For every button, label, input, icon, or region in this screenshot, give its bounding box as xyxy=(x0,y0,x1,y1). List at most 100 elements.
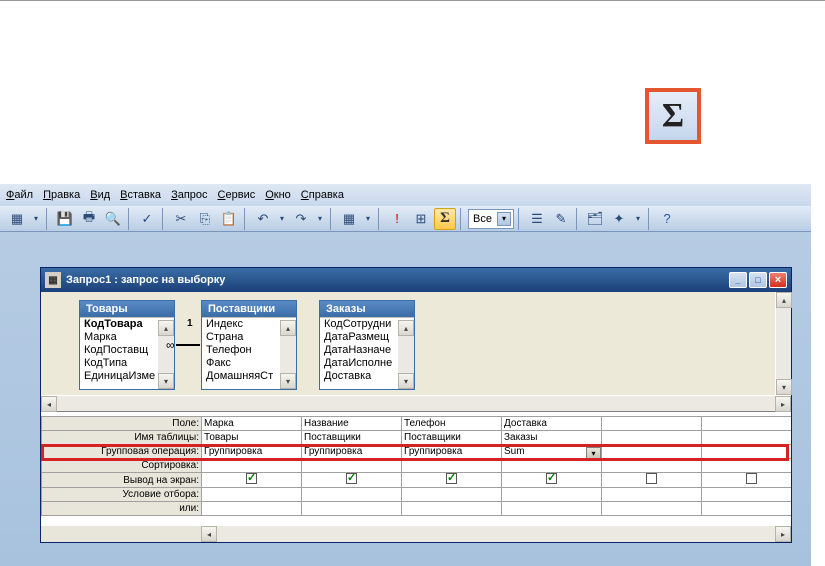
close-button[interactable]: × xyxy=(769,272,787,288)
sort-cell[interactable] xyxy=(302,459,402,473)
field-cell[interactable]: Марка xyxy=(202,417,302,431)
minimize-button[interactable]: _ xyxy=(729,272,747,288)
view-button[interactable]: ▦ xyxy=(6,208,28,230)
print-preview-button[interactable]: 🔍 xyxy=(102,208,124,230)
help-button[interactable]: ? xyxy=(656,208,678,230)
chevron-down-icon[interactable]: ▾ xyxy=(497,212,511,226)
scroll-right-icon[interactable]: ▸ xyxy=(775,396,791,412)
total-cell[interactable]: Группировка xyxy=(202,445,302,459)
or-cell[interactable] xyxy=(302,502,402,516)
paste-button[interactable]: 📋 xyxy=(218,208,240,230)
show-table-button[interactable]: ⊞ xyxy=(410,208,432,230)
database-window-button[interactable]: 🗂 xyxy=(584,208,606,230)
scroll-down-icon[interactable]: ▾ xyxy=(158,373,174,389)
window-titlebar[interactable]: ▦ Запрос1 : запрос на выборку _ □ × xyxy=(41,268,791,292)
field-cell[interactable]: Доставка xyxy=(502,417,602,431)
maximize-button[interactable]: □ xyxy=(749,272,767,288)
table-scrollbar[interactable]: ▴ ▾ xyxy=(280,320,296,389)
checkbox-icon[interactable] xyxy=(246,473,257,484)
new-object-dropdown-icon[interactable]: ▾ xyxy=(632,208,644,230)
criteria-cell[interactable] xyxy=(502,488,602,502)
sort-cell[interactable] xyxy=(502,459,602,473)
table-cell[interactable]: Поставщики xyxy=(302,431,402,445)
run-button[interactable]: ! xyxy=(386,208,408,230)
print-button[interactable]: 🖶 xyxy=(78,208,100,230)
field-cell[interactable] xyxy=(602,417,702,431)
copy-button[interactable]: ⎘ xyxy=(194,208,216,230)
table-cell[interactable]: Заказы xyxy=(502,431,602,445)
field-cell[interactable]: Название xyxy=(302,417,402,431)
total-cell[interactable]: Группировка xyxy=(402,445,502,459)
scroll-left-icon[interactable]: ◂ xyxy=(41,396,57,412)
checkbox-icon[interactable] xyxy=(646,473,657,484)
scroll-up-icon[interactable]: ▴ xyxy=(280,320,296,336)
menu-insert[interactable]: Вставка xyxy=(120,189,161,201)
show-cell[interactable] xyxy=(602,473,702,488)
scroll-up-icon[interactable]: ▴ xyxy=(398,320,414,336)
undo-dropdown-icon[interactable]: ▾ xyxy=(276,208,288,230)
checkbox-icon[interactable] xyxy=(346,473,357,484)
properties-button[interactable]: ☰ xyxy=(526,208,548,230)
query-type-dropdown-icon[interactable]: ▾ xyxy=(362,208,374,230)
table-cell[interactable]: Товары xyxy=(202,431,302,445)
criteria-cell[interactable] xyxy=(402,488,502,502)
criteria-cell[interactable] xyxy=(702,488,792,502)
menu-file[interactable]: Файл xyxy=(6,189,33,201)
totals-button[interactable]: Σ xyxy=(434,208,456,230)
or-cell[interactable] xyxy=(702,502,792,516)
sort-cell[interactable] xyxy=(602,459,702,473)
save-button[interactable]: 💾 xyxy=(54,208,76,230)
show-cell[interactable] xyxy=(502,473,602,488)
table-box-tovary[interactable]: Товары КодТовара Марка КодПоставщ КодТип… xyxy=(79,300,175,390)
table-box-postavshchiki[interactable]: Поставщики Индекс Страна Телефон Факс До… xyxy=(201,300,297,390)
total-cell[interactable]: Группировка xyxy=(302,445,402,459)
scroll-left-icon[interactable]: ◂ xyxy=(201,526,217,542)
scroll-down-icon[interactable]: ▾ xyxy=(776,379,792,395)
field-cell[interactable]: Телефон xyxy=(402,417,502,431)
scroll-down-icon[interactable]: ▾ xyxy=(398,373,414,389)
total-dropdown-button[interactable]: ▾ xyxy=(586,447,601,460)
scroll-right-icon[interactable]: ▸ xyxy=(775,526,791,542)
show-cell[interactable] xyxy=(402,473,502,488)
diagram-horizontal-scrollbar[interactable]: ◂ ▸ xyxy=(41,395,791,411)
menu-view[interactable]: Вид xyxy=(90,189,110,201)
new-object-button[interactable]: ✦ xyxy=(608,208,630,230)
top-values-combo[interactable]: Все ▾ xyxy=(468,209,514,229)
query-type-button[interactable]: ▦ xyxy=(338,208,360,230)
sort-cell[interactable] xyxy=(702,459,792,473)
or-cell[interactable] xyxy=(402,502,502,516)
show-cell[interactable] xyxy=(202,473,302,488)
checkbox-icon[interactable] xyxy=(546,473,557,484)
relationship-line[interactable] xyxy=(176,344,200,346)
or-cell[interactable] xyxy=(602,502,702,516)
or-cell[interactable] xyxy=(502,502,602,516)
table-box-zakazy[interactable]: Заказы КодСотрудни ДатаРазмещ ДатаНазнач… xyxy=(319,300,415,390)
redo-button[interactable]: ↷ xyxy=(290,208,312,230)
scroll-down-icon[interactable]: ▾ xyxy=(280,373,296,389)
table-cell[interactable] xyxy=(702,431,792,445)
sort-cell[interactable] xyxy=(202,459,302,473)
spelling-button[interactable]: ✓ xyxy=(136,208,158,230)
menu-window[interactable]: Окно xyxy=(265,189,291,201)
redo-dropdown-icon[interactable]: ▾ xyxy=(314,208,326,230)
criteria-cell[interactable] xyxy=(302,488,402,502)
menu-help[interactable]: Справка xyxy=(301,189,344,201)
undo-button[interactable]: ↶ xyxy=(252,208,274,230)
checkbox-icon[interactable] xyxy=(446,473,457,484)
view-dropdown-icon[interactable]: ▾ xyxy=(30,208,42,230)
menu-tools[interactable]: Сервис xyxy=(218,189,256,201)
total-cell[interactable] xyxy=(602,445,702,459)
field-cell[interactable] xyxy=(702,417,792,431)
sort-cell[interactable] xyxy=(402,459,502,473)
diagram-vertical-scrollbar[interactable]: ▴ ▾ xyxy=(775,292,791,395)
table-scrollbar[interactable]: ▴ ▾ xyxy=(158,320,174,389)
build-button[interactable]: ✎ xyxy=(550,208,572,230)
table-cell[interactable] xyxy=(602,431,702,445)
menu-edit[interactable]: Правка xyxy=(43,189,80,201)
cut-button[interactable]: ✂ xyxy=(170,208,192,230)
menu-query[interactable]: Запрос xyxy=(171,189,207,201)
or-cell[interactable] xyxy=(202,502,302,516)
criteria-cell[interactable] xyxy=(202,488,302,502)
scroll-up-icon[interactable]: ▴ xyxy=(776,292,792,308)
show-cell[interactable] xyxy=(302,473,402,488)
